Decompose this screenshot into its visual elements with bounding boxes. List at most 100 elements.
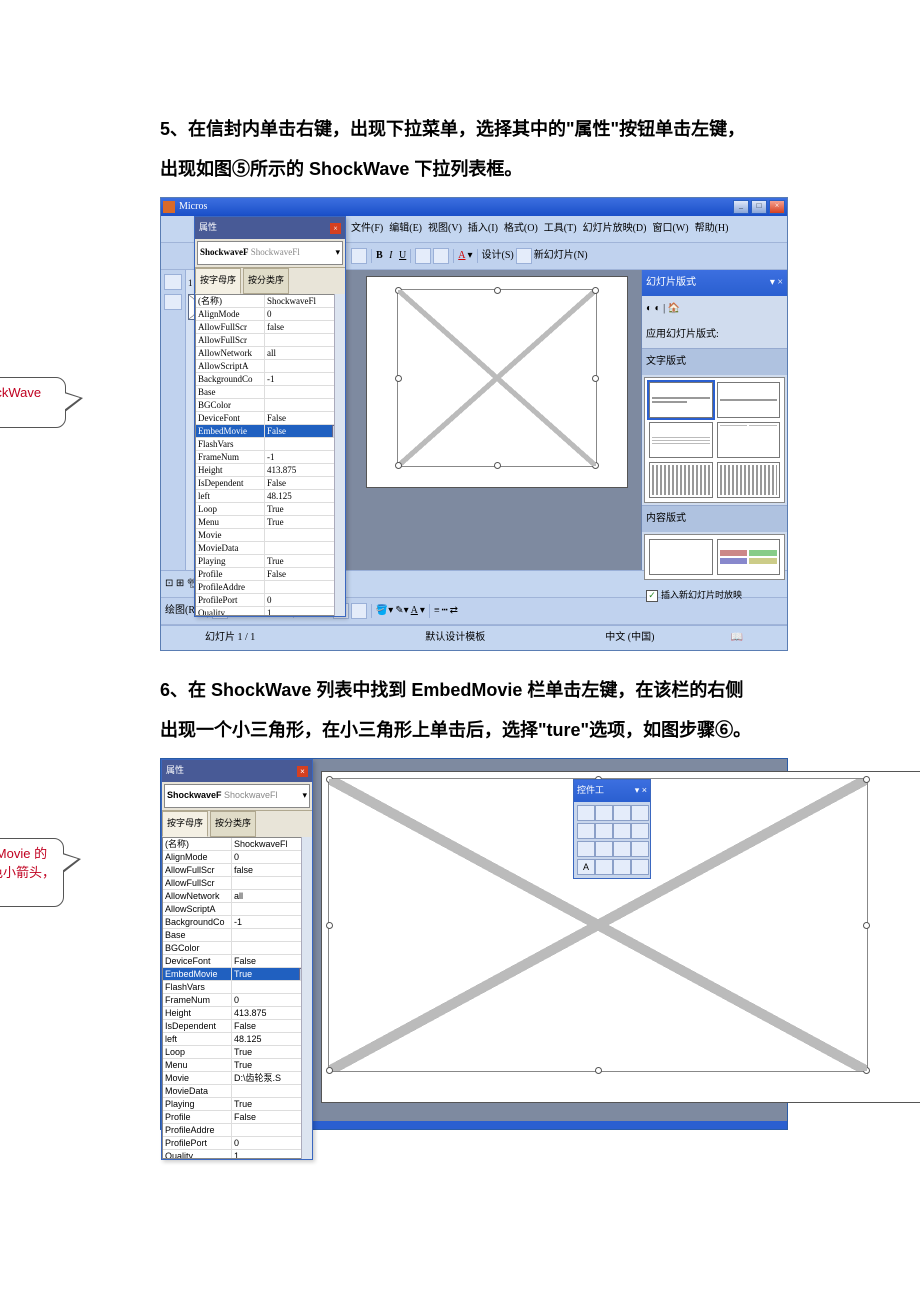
design-button[interactable]: 设计(S) xyxy=(482,245,514,267)
properties-grid[interactable]: (名称)ShockwaveFlAlignMode0AllowFullScrfal… xyxy=(195,294,345,616)
property-row[interactable]: AllowScriptA xyxy=(196,360,344,373)
toolbox-icon[interactable] xyxy=(613,805,631,821)
control-toolbox[interactable]: 控件工▾ × A xyxy=(573,779,651,879)
property-row[interactable]: ProfilePort0 xyxy=(196,594,344,607)
property-row[interactable]: Base xyxy=(163,929,311,942)
tab-categorized[interactable]: 按分类序 xyxy=(210,811,256,837)
property-row[interactable]: MovieData xyxy=(163,1085,311,1098)
menu-item[interactable]: 幻灯片放映(D) xyxy=(583,223,647,234)
toolbar-icon[interactable] xyxy=(415,248,431,264)
property-row[interactable]: left48.125 xyxy=(196,490,344,503)
property-row[interactable]: ProfileFalse xyxy=(163,1111,311,1124)
property-row[interactable]: Quality1 xyxy=(163,1150,311,1159)
layout-grid[interactable] xyxy=(644,377,785,503)
menu-item[interactable]: 窗口(W) xyxy=(652,223,688,234)
property-row[interactable]: DeviceFontFalse xyxy=(163,955,311,968)
property-row[interactable]: left48.125 xyxy=(163,1033,311,1046)
toolbox-icon[interactable] xyxy=(613,841,631,857)
property-row[interactable]: IsDependentFalse xyxy=(196,477,344,490)
menu-item[interactable]: 编辑(E) xyxy=(389,223,422,234)
property-row[interactable]: DeviceFontFalse xyxy=(196,412,344,425)
property-row[interactable]: Quality1 xyxy=(196,607,344,616)
toolbox-icon[interactable] xyxy=(631,823,649,839)
toolbar-icon[interactable] xyxy=(516,248,532,264)
property-row[interactable]: AlignMode0 xyxy=(196,308,344,321)
property-row[interactable]: MovieD:\齿轮泵.S xyxy=(163,1072,311,1085)
taskpane-nav[interactable]: ◐ ◐ | 🏠 xyxy=(642,296,787,322)
layout-option[interactable] xyxy=(649,462,713,498)
property-row[interactable]: LoopTrue xyxy=(196,503,344,516)
new-slide-button[interactable]: 新幻灯片(N) xyxy=(534,245,588,267)
toolbox-icon[interactable]: A xyxy=(577,859,595,875)
property-row[interactable]: (名称)ShockwaveFl xyxy=(196,295,344,308)
toolbox-titlebar[interactable]: 控件工▾ × xyxy=(574,780,650,802)
properties-object-selector[interactable]: ShockwaveF ShockwaveFl ▾ xyxy=(195,239,345,268)
layout-option[interactable] xyxy=(717,382,781,418)
toolbox-icon[interactable] xyxy=(631,859,649,875)
property-row[interactable]: Height413.875 xyxy=(196,464,344,477)
menu-item[interactable]: 帮助(H) xyxy=(695,223,729,234)
property-row[interactable]: MovieData xyxy=(196,542,344,555)
property-row[interactable]: ProfileFalse xyxy=(196,568,344,581)
property-row[interactable]: FrameNum-1 xyxy=(196,451,344,464)
layout-option[interactable] xyxy=(649,422,713,458)
toolbox-icon[interactable] xyxy=(595,805,613,821)
property-row[interactable]: AllowFullScr xyxy=(163,877,311,890)
dropdown-icon[interactable]: ▾ xyxy=(335,243,340,263)
toolbox-icon[interactable] xyxy=(595,823,613,839)
scrollbar[interactable] xyxy=(334,294,345,616)
property-row[interactable]: PlayingTrue xyxy=(196,555,344,568)
property-row[interactable]: EmbedMovieTrue▾ xyxy=(163,968,311,981)
toolbox-icon[interactable] xyxy=(577,823,595,839)
property-row[interactable]: BGColor xyxy=(163,942,311,955)
property-row[interactable]: Base xyxy=(196,386,344,399)
toolbox-icon[interactable] xyxy=(631,805,649,821)
menu-item[interactable]: 格式(O) xyxy=(504,223,538,234)
property-row[interactable]: AlignMode0 xyxy=(163,851,311,864)
properties-window[interactable]: 属性 × ShockwaveF ShockwaveFl ▾ 按字母序 按分类序 xyxy=(194,216,346,616)
layout-option[interactable] xyxy=(717,422,781,458)
properties-grid[interactable]: (名称)ShockwaveFlAlignMode0AllowFullScrfal… xyxy=(162,837,312,1159)
toolbox-icon[interactable] xyxy=(577,805,595,821)
strip-icon[interactable] xyxy=(164,294,182,310)
property-row[interactable]: FrameNum0 xyxy=(163,994,311,1007)
property-row[interactable]: FlashVars xyxy=(196,438,344,451)
property-row[interactable]: AllowScriptA xyxy=(163,903,311,916)
slide-canvas[interactable] xyxy=(366,276,628,488)
property-row[interactable]: BackgroundCo-1 xyxy=(163,916,311,929)
minimize-button[interactable]: _ xyxy=(733,200,749,214)
menu-item[interactable]: 文件(F) xyxy=(351,223,383,234)
layout-option[interactable] xyxy=(649,382,713,418)
toolbox-icon[interactable] xyxy=(613,859,631,875)
toolbox-icon[interactable] xyxy=(631,841,649,857)
property-row[interactable]: Movie xyxy=(196,529,344,542)
layout-option[interactable] xyxy=(717,539,781,575)
property-row[interactable]: AllowFullScrfalse xyxy=(196,321,344,334)
menu-item[interactable]: 插入(I) xyxy=(468,223,498,234)
menu-item[interactable]: 视图(V) xyxy=(428,223,462,234)
toolbar-icon[interactable] xyxy=(433,248,449,264)
toolbox-icon[interactable] xyxy=(613,823,631,839)
tab-alphabetic[interactable]: 按字母序 xyxy=(162,811,208,837)
properties-window-2[interactable]: 属性 × ShockwaveF ShockwaveFl ▾ 按字母序 按分类序 … xyxy=(161,759,313,1159)
show-on-insert-checkbox[interactable]: ✓ 插入新幻灯片时放映 xyxy=(642,582,787,610)
property-row[interactable]: LoopTrue xyxy=(163,1046,311,1059)
property-row[interactable]: ProfileAddre xyxy=(196,581,344,594)
property-row[interactable]: BackgroundCo-1 xyxy=(196,373,344,386)
property-row[interactable]: ProfilePort0 xyxy=(163,1137,311,1150)
property-row[interactable]: AllowNetworkall xyxy=(163,890,311,903)
layout-option[interactable] xyxy=(649,539,713,575)
properties-titlebar[interactable]: 属性 × xyxy=(162,760,312,782)
property-row[interactable]: BGColor xyxy=(196,399,344,412)
scrollbar[interactable] xyxy=(301,837,312,1159)
close-button[interactable]: × xyxy=(769,200,785,214)
layout-option[interactable] xyxy=(717,462,781,498)
layout-grid-2[interactable] xyxy=(644,534,785,580)
properties-object-selector[interactable]: ShockwaveF ShockwaveFl ▾ xyxy=(162,782,312,811)
property-row[interactable]: PlayingTrue xyxy=(163,1098,311,1111)
taskpane-header[interactable]: 幻灯片版式 ▾ × xyxy=(642,270,787,296)
shockwave-placeholder[interactable] xyxy=(397,289,597,467)
toolbox-icon[interactable] xyxy=(595,859,613,875)
property-row[interactable]: AllowFullScrfalse xyxy=(163,864,311,877)
tab-categorized[interactable]: 按分类序 xyxy=(243,268,289,294)
